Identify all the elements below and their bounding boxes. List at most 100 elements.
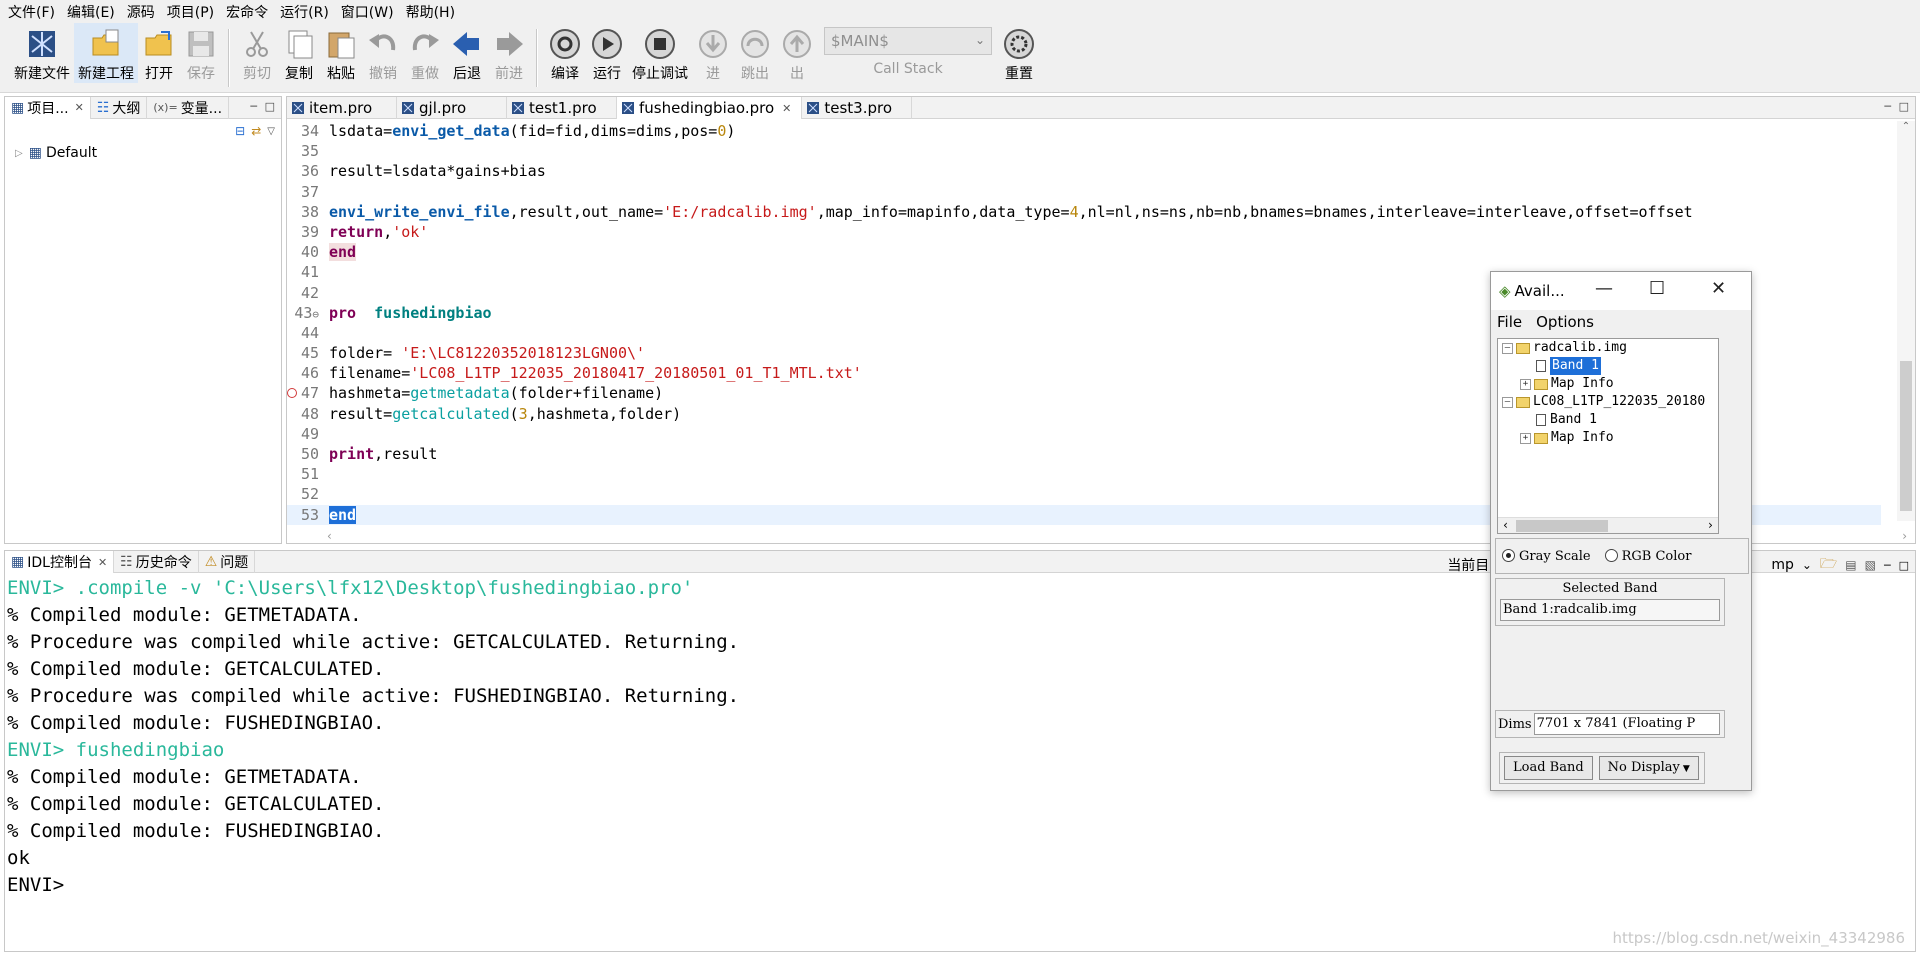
open-button[interactable]: 打开 (138, 23, 180, 83)
display-select-button[interactable]: No Display ▼ (1598, 756, 1699, 780)
chevron-down-icon[interactable]: ⌄ (1802, 558, 1812, 572)
pin-icon[interactable]: ▤ (1845, 558, 1856, 572)
compile-gear-icon (548, 27, 582, 61)
clear-console-icon[interactable]: ▧ (1865, 558, 1876, 572)
tab-outline-label: 大纲 (112, 100, 141, 117)
tree-band-item[interactable]: Band 1 (1498, 411, 1718, 429)
tree-horizontal-scrollbar[interactable]: ‹ › (1498, 517, 1718, 533)
tab-history-label: 历史命令 (135, 555, 192, 571)
step-over-icon (738, 27, 772, 61)
step-into-button[interactable]: 进 (692, 23, 734, 83)
back-button[interactable]: 后退 (446, 23, 488, 83)
scroll-right-icon[interactable]: › (1707, 518, 1714, 532)
close-icon[interactable]: ✕ (98, 556, 107, 569)
maximize-icon[interactable]: □ (1899, 100, 1909, 113)
scrollbar-thumb[interactable] (1900, 361, 1912, 511)
current-dir-value[interactable]: mp (1771, 557, 1794, 573)
link-editor-icon[interactable]: ⇄ (251, 124, 261, 138)
dims-label: Dims (1498, 716, 1532, 732)
tree-file-lc08[interactable]: – LC08_L1TP_122035_20180 (1498, 393, 1718, 411)
scroll-left-icon[interactable]: ‹ (327, 529, 332, 543)
expand-icon[interactable]: + (1520, 432, 1531, 444)
scroll-left-icon[interactable]: ‹ (1502, 518, 1509, 532)
tab-problems[interactable]: ⚠ 问题 (199, 551, 256, 573)
scroll-right-icon[interactable]: › (1902, 529, 1907, 543)
redo-button[interactable]: 重做 (404, 23, 446, 83)
call-stack-select[interactable]: $MAIN$ ⌄ (824, 27, 992, 55)
expand-icon[interactable]: + (1520, 378, 1531, 390)
menu-project[interactable]: 项目(P) (163, 2, 222, 22)
tree-band-item[interactable]: Band 1 (1498, 357, 1718, 375)
collapse-icon[interactable]: – (1502, 342, 1513, 354)
close-icon[interactable]: ✕ (75, 101, 84, 114)
tab-gjl-pro[interactable]: gjl.pro (397, 97, 507, 119)
tab-test1-pro[interactable]: test1.pro (507, 97, 617, 119)
expand-arrow-icon[interactable]: ▷ (15, 148, 23, 159)
collapse-all-icon[interactable]: ⊟ (235, 124, 245, 138)
tab-project[interactable]: ▦ 项目... ✕ (5, 96, 91, 119)
undo-button[interactable]: 撤销 (362, 23, 404, 83)
tree-file-radcalib[interactable]: – radcalib.img (1498, 339, 1718, 357)
tab-item-pro[interactable]: item.pro (287, 97, 397, 119)
rgb-color-radio[interactable]: RGB Color (1604, 548, 1691, 564)
folder-icon[interactable]: 🗁 (1820, 553, 1837, 577)
paste-button[interactable]: 粘贴 (320, 23, 362, 83)
window-maximize-button[interactable]: ☐ (1649, 278, 1665, 299)
minimize-icon[interactable]: ─ (1884, 100, 1891, 113)
collapse-icon[interactable]: – (1502, 396, 1513, 408)
minimize-icon[interactable]: ─ (1884, 559, 1891, 572)
tab-test3-pro[interactable]: test3.pro (802, 97, 913, 119)
reset-button[interactable]: 重置 (998, 23, 1040, 83)
tab-fushedingbiao-pro[interactable]: fushedingbiao.pro ✕ (617, 97, 803, 119)
menu-run[interactable]: 运行(R) (276, 2, 337, 22)
menu-file[interactable]: 文件(F) (4, 2, 63, 22)
view-menu-icon[interactable]: ▽ (267, 126, 275, 137)
maximize-icon[interactable]: □ (1899, 559, 1909, 572)
tab-outline[interactable]: ☷ 大纲 (91, 96, 148, 119)
console-input-line[interactable]: ENVI> (7, 872, 1915, 899)
new-project-button[interactable]: 新建工程 (74, 23, 138, 83)
tab-variables[interactable]: (x)= 变量... (147, 96, 230, 119)
copy-button[interactable]: 复制 (278, 23, 320, 83)
gray-scale-radio[interactable]: Gray Scale (1502, 548, 1591, 564)
open-label: 打开 (145, 66, 173, 82)
code-line: 38 envi_write_envi_file,result,out_name='… (300, 202, 1693, 221)
step-over-button[interactable]: 跳出 (734, 23, 776, 83)
tree-map-info[interactable]: + Map Info (1498, 429, 1718, 447)
new-file-button[interactable]: 新建文件 (10, 23, 74, 83)
compile-button[interactable]: 编译 (544, 23, 586, 83)
load-band-button[interactable]: Load Band (1504, 756, 1593, 780)
breakpoint-icon[interactable] (287, 388, 297, 399)
dialog-menu-file[interactable]: File (1497, 313, 1522, 331)
menu-source[interactable]: 源码 (123, 2, 163, 22)
maximize-icon[interactable]: □ (265, 100, 275, 113)
tab-idl-console[interactable]: ▦ IDL控制台 ✕ (5, 551, 115, 573)
step-out-button[interactable]: 出 (776, 23, 818, 83)
run-button[interactable]: 运行 (586, 23, 628, 83)
new-project-label: 新建工程 (78, 66, 134, 82)
tab-history[interactable]: ☷ 历史命令 (114, 551, 199, 573)
band-list-tree[interactable]: – radcalib.img Band 1 + Map Info – LC08_… (1497, 338, 1719, 534)
tab-label: gjl.pro (419, 99, 467, 117)
tree-map-info[interactable]: + Map Info (1498, 375, 1718, 393)
dialog-title-bar[interactable]: ◈ Avail... — ☐ ✕ (1491, 272, 1751, 310)
console-icon: ▦ (11, 554, 25, 570)
cut-button[interactable]: 剪切 (236, 23, 278, 83)
editor-vertical-scrollbar[interactable]: ⌃ (1897, 121, 1915, 521)
window-close-button[interactable]: ✕ (1711, 278, 1726, 299)
dialog-menu-options[interactable]: Options (1536, 313, 1594, 331)
minimize-icon[interactable]: ─ (250, 100, 257, 113)
tree-item-default[interactable]: ▷ ▦ Default (5, 143, 281, 163)
menu-macros[interactable]: 宏命令 (222, 2, 276, 22)
menu-window[interactable]: 窗口(W) (337, 2, 402, 22)
save-button[interactable]: 保存 (180, 23, 222, 83)
window-minimize-button[interactable]: — (1595, 278, 1613, 299)
scrollbar-thumb[interactable] (1516, 520, 1608, 532)
forward-button[interactable]: 前进 (488, 23, 530, 83)
step-into-icon (696, 27, 730, 61)
scroll-up-icon[interactable]: ⌃ (1897, 121, 1915, 132)
stop-debug-button[interactable]: 停止调试 (628, 23, 692, 83)
menu-help[interactable]: 帮助(H) (402, 2, 463, 22)
close-icon[interactable]: ✕ (782, 102, 791, 115)
menu-edit[interactable]: 编辑(E) (63, 2, 123, 22)
